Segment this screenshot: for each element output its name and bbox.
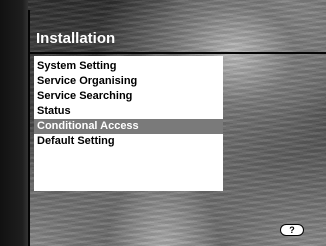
menu-item-system-setting[interactable]: System Setting xyxy=(34,59,223,74)
menu-item-service-searching[interactable]: Service Searching xyxy=(34,89,223,104)
menu-item-service-organising[interactable]: Service Organising xyxy=(34,74,223,89)
left-side-bar xyxy=(0,0,28,246)
menu-item-default-setting[interactable]: Default Setting xyxy=(34,134,223,149)
page-title: Installation xyxy=(36,30,116,47)
installation-screen: Installation System Setting Service Orga… xyxy=(0,0,326,246)
installation-menu: System Setting Service Organising Servic… xyxy=(34,56,223,191)
vertical-divider xyxy=(28,10,30,246)
help-button[interactable]: ? xyxy=(280,224,304,236)
menu-item-conditional-access[interactable]: Conditional Access xyxy=(34,119,223,134)
title-underline xyxy=(28,52,326,54)
menu-item-status[interactable]: Status xyxy=(34,104,223,119)
